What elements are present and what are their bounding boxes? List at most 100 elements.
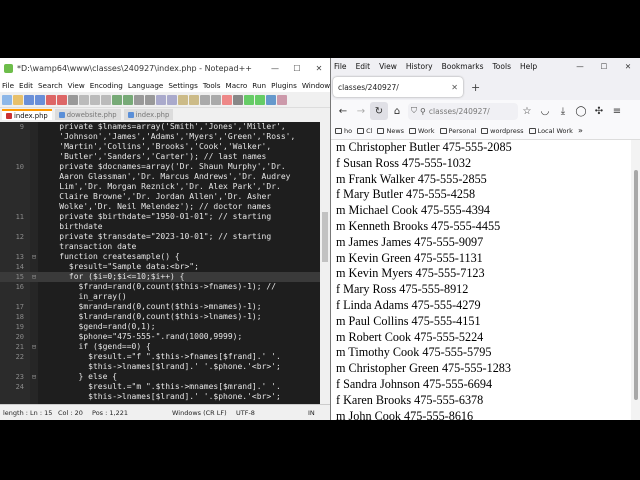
home-icon[interactable]: ⌂ [388,102,406,120]
find-icon[interactable] [134,94,144,105]
npp-menu-settings[interactable]: Settings [168,81,197,90]
code-line[interactable]: 'Butler','Sanders','Carter'); // last na… [0,152,320,162]
npp-tab-index-php-2[interactable]: index.php [123,109,174,120]
code-line[interactable]: 17 $mrand=rand(0,count($this->mnames)-1)… [0,302,320,312]
npp-menu-tools[interactable]: Tools [203,81,221,90]
save-macro-icon[interactable] [266,94,276,105]
open-file-icon[interactable] [13,94,23,105]
stop-macro-icon[interactable] [233,94,243,105]
code-line[interactable]: 24 $result.="m ".$this->mnames[$mrand].'… [0,382,320,392]
browser-menu-history[interactable]: History [406,62,433,71]
close-file-icon[interactable] [46,94,56,105]
npp-menu-search[interactable]: Search [38,81,63,90]
code-line[interactable]: $this->lnames[$lrand].' '.$phone.'<br>'; [0,392,320,402]
download-icon[interactable]: ⤓ [554,102,572,120]
undo-icon[interactable] [112,94,122,105]
npp-menu-file[interactable]: File [2,81,14,90]
code-line[interactable]: Claire Browne','Dr. Jordan Allen','Dr. A… [0,192,320,202]
code-line[interactable]: 11 private $birthdate="1950-01-01"; // s… [0,212,320,222]
bookmarks-overflow-icon[interactable]: » [578,126,583,135]
browser-menu-tools[interactable]: Tools [493,62,511,71]
npp-menu-encoding[interactable]: Encoding [90,81,123,90]
code-line[interactable]: 'Martin','Collins','Brooks','Cook','Walk… [0,142,320,152]
replace-icon[interactable] [145,94,155,105]
fold-marker-icon[interactable]: ⊟ [31,342,37,352]
code-line[interactable]: transaction date [0,242,320,252]
doc-map-icon[interactable] [277,94,287,105]
code-line[interactable]: $this->lnames[$lrand].' '.$phone.'<br>'; [0,362,320,372]
app-menu-icon[interactable]: ≡ [608,102,626,120]
bookmark-ho[interactable]: ho [335,127,352,135]
npp-menu-language[interactable]: Language [128,81,163,90]
new-tab-button[interactable]: + [471,81,480,94]
code-line[interactable]: in_array() [0,292,320,302]
editor-scrollbar-thumb[interactable] [322,212,328,262]
code-line[interactable]: 15 ⊟ for ($i=0;$i<=10;$i++) { [0,272,320,282]
code-line[interactable]: 10 private $docnames=array('Dr. Shaun Mu… [0,162,320,172]
code-editor[interactable]: 9 private $lnames=array('Smith','Jones',… [0,122,320,404]
browser-menu-file[interactable]: File [334,62,347,71]
code-line[interactable]: birthdate [0,222,320,232]
all-chars-icon[interactable] [211,94,221,105]
account-icon[interactable]: ◯ [572,102,590,120]
new-file-icon[interactable] [2,94,12,105]
bookmark-star-icon[interactable]: ☆ [518,102,536,120]
code-line[interactable]: 'Johnson','James','Adams','Myers','Green… [0,132,320,142]
code-line[interactable]: 13 ⊟ function createsample() { [0,252,320,262]
sync-icon[interactable] [178,94,188,105]
shield-icon[interactable]: ⛉ [411,106,417,116]
npp-menu-run[interactable]: Run [252,81,266,90]
code-line[interactable]: 19 $gend=rand(0,1); [0,322,320,332]
browser-tab-active[interactable]: classes/240927/ ✕ [333,77,463,97]
paste-icon[interactable] [101,94,111,105]
back-arrow-icon[interactable]: ← [334,102,352,120]
npp-titlebar[interactable]: *D:\wamp64\www\classes\240927\index.php … [0,58,330,79]
wrap-icon[interactable] [189,94,199,105]
code-line[interactable]: 23 ⊟ } else { [0,372,320,382]
npp-menu-window[interactable]: Window [302,81,330,90]
page-info-icon[interactable]: ⚲ [420,107,426,116]
editor-scrollbar[interactable] [320,122,330,404]
maximize-icon[interactable]: ☐ [286,64,308,73]
save-icon[interactable] [24,94,34,105]
forward-arrow-icon[interactable]: → [352,102,370,120]
code-line[interactable]: 9 private $lnames=array('Smith','Jones',… [0,122,320,132]
extensions-icon[interactable]: ✣ [590,102,608,120]
code-line[interactable]: Lim','Dr. Morgan Reznick','Dr. Alex Park… [0,182,320,192]
npp-menu-macro[interactable]: Macro [226,81,248,90]
code-line[interactable]: 21 ⊟ if ($gend==0) { [0,342,320,352]
code-line[interactable]: 16 $frand=rand(0,count($this->fnames)-1)… [0,282,320,292]
pocket-icon[interactable]: ◡ [536,102,554,120]
record-macro-icon[interactable] [222,94,232,105]
bookmark-wordpress[interactable]: wordpress [481,127,524,135]
url-bar[interactable]: ⛉ ⚲ classes/240927/ [408,102,518,120]
page-scrollbar[interactable] [631,140,640,420]
run-macro-icon[interactable] [255,94,265,105]
close-all-icon[interactable] [57,94,67,105]
npp-menu-view[interactable]: View [68,81,85,90]
print-icon[interactable] [68,94,78,105]
bookmark-news[interactable]: News [377,127,404,135]
copy-icon[interactable] [90,94,100,105]
reload-icon[interactable]: ↻ [370,102,388,120]
code-line[interactable]: 18 $lrand=rand(0,count($this->lnames)-1)… [0,312,320,322]
browser-menu-help[interactable]: Help [520,62,537,71]
bookmark-local-work[interactable]: Local Work [528,127,573,135]
code-line[interactable]: 22 $result.="f ".$this->fnames[$frand].'… [0,352,320,362]
play-macro-icon[interactable] [244,94,254,105]
page-scrollbar-thumb[interactable] [634,170,638,400]
browser-menu-edit[interactable]: Edit [356,62,371,71]
code-line[interactable]: Aaron Glassman','Dr. Marcus Andrews','Dr… [0,172,320,182]
maximize-icon[interactable]: ☐ [592,62,616,71]
save-all-icon[interactable] [35,94,45,105]
bookmark-personal[interactable]: Personal [439,127,476,135]
zoom-out-icon[interactable] [167,94,177,105]
cut-icon[interactable] [79,94,89,105]
close-icon[interactable]: ✕ [616,62,640,71]
npp-tab-index-php[interactable]: index.php [2,109,52,120]
fold-marker-icon[interactable]: ⊟ [31,252,37,262]
npp-menu-edit[interactable]: Edit [19,81,33,90]
bookmark-work[interactable]: Work [409,127,435,135]
minimize-icon[interactable]: — [568,62,592,71]
bookmark-cl[interactable]: Cl [357,127,372,135]
